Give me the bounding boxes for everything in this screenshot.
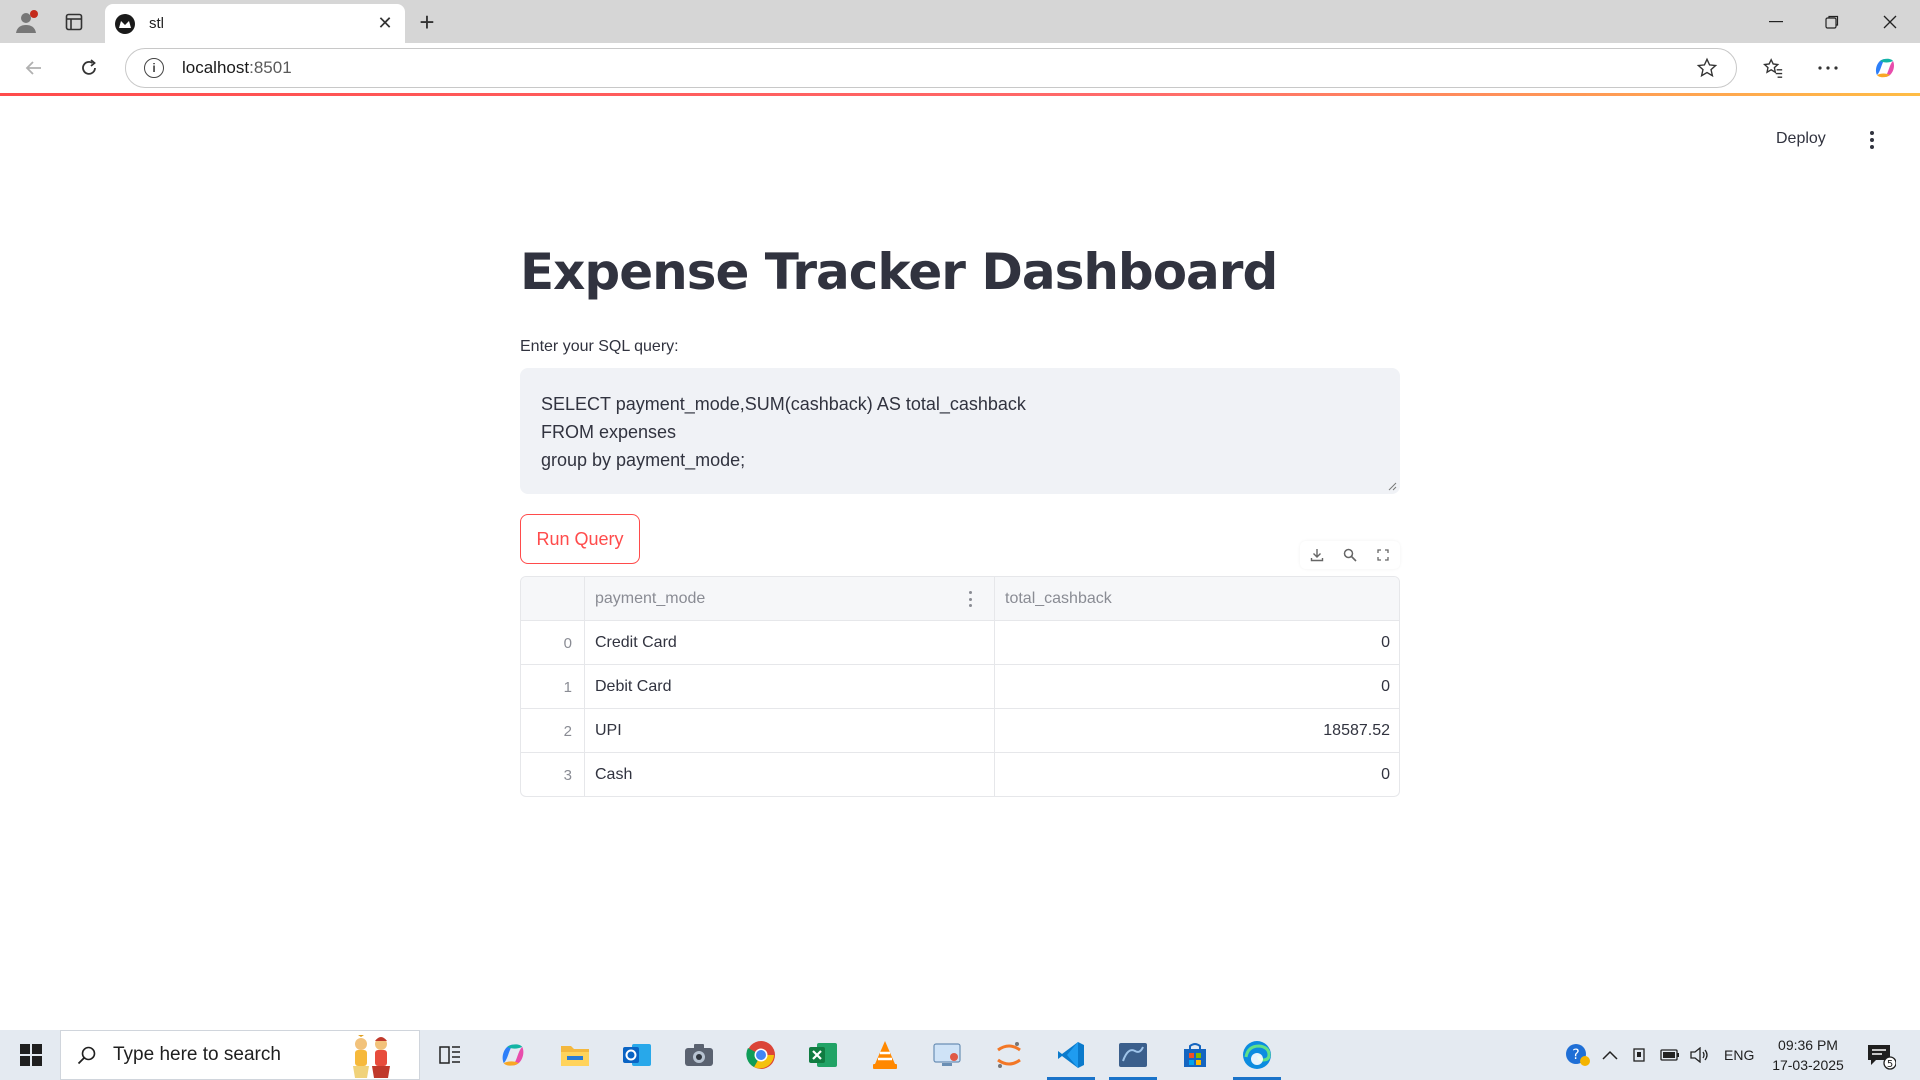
fullscreen-icon[interactable]: [1373, 545, 1393, 565]
camera-icon[interactable]: [681, 1037, 717, 1073]
copilot-icon[interactable]: [1869, 52, 1901, 84]
outlook-icon[interactable]: [619, 1037, 655, 1073]
payment-mode-cell[interactable]: Debit Card: [585, 665, 995, 709]
battery-icon[interactable]: [1660, 1030, 1680, 1080]
payment-mode-cell[interactable]: Credit Card: [585, 621, 995, 665]
svg-text:?: ?: [1572, 1047, 1579, 1063]
vscode-icon[interactable]: [1047, 1037, 1095, 1080]
table-row[interactable]: 0 Credit Card 0: [521, 621, 1399, 665]
row-index: 1: [521, 665, 585, 709]
volume-icon[interactable]: [1690, 1030, 1710, 1080]
site-info-icon[interactable]: i: [144, 58, 164, 78]
chrome-icon[interactable]: [743, 1037, 779, 1073]
payment-mode-cell[interactable]: Cash: [585, 753, 995, 796]
mysql-workbench-icon[interactable]: [1109, 1037, 1157, 1080]
address-bar[interactable]: i localhost:8501: [125, 48, 1737, 88]
search-icon: [77, 1046, 96, 1065]
more-options-icon[interactable]: [1812, 52, 1844, 84]
task-view-icon[interactable]: [432, 1037, 468, 1073]
table-row[interactable]: 3 Cash 0: [521, 753, 1399, 796]
refresh-icon[interactable]: [73, 52, 105, 84]
notification-count: 5: [1887, 1059, 1893, 1070]
total-cashback-cell[interactable]: 0: [995, 665, 1399, 709]
total-cashback-cell[interactable]: 0: [995, 753, 1399, 796]
taskbar-search-box[interactable]: Type here to search: [60, 1030, 420, 1080]
browser-tab[interactable]: stl ✕: [105, 4, 405, 43]
table-row[interactable]: 2 UPI 18587.52: [521, 709, 1399, 753]
row-index: 2: [521, 709, 585, 753]
notifications-icon[interactable]: 5: [1866, 1042, 1897, 1070]
column-menu-icon[interactable]: [969, 591, 973, 607]
run-query-button[interactable]: Run Query: [520, 514, 640, 564]
browser-title-bar: stl ✕ +: [0, 0, 1920, 43]
tab-title: stl: [149, 15, 164, 32]
clock-date: 17-03-2025: [1772, 1057, 1844, 1073]
main-content: Expense Tracker Dashboard Enter your SQL…: [520, 230, 1400, 564]
edge-icon[interactable]: [1233, 1037, 1281, 1080]
download-icon[interactable]: [1307, 545, 1327, 565]
query-line: SELECT payment_mode,SUM(cashback) AS tot…: [541, 394, 1026, 414]
page-title: Expense Tracker Dashboard: [520, 243, 1278, 301]
sql-query-textarea[interactable]: SELECT payment_mode,SUM(cashback) AS tot…: [520, 368, 1400, 494]
copilot-icon[interactable]: [495, 1037, 531, 1073]
remote-desktop-icon[interactable]: [929, 1037, 965, 1073]
streamlit-favicon-icon: [115, 13, 135, 34]
search-icon[interactable]: [1340, 545, 1360, 565]
url-text: localhost:8501: [182, 58, 292, 77]
windows-taskbar: Type here to search ? ENG 09:36 PM 17-03…: [0, 1030, 1920, 1080]
query-line: group by payment_mode;: [541, 450, 746, 470]
new-tab-icon[interactable]: +: [413, 7, 441, 37]
deploy-button[interactable]: Deploy: [1770, 126, 1832, 152]
vlc-icon[interactable]: [867, 1037, 903, 1073]
favorite-star-icon[interactable]: [1696, 57, 1718, 79]
close-window-icon[interactable]: [1862, 0, 1918, 43]
streamlit-top-decoration: [0, 93, 1920, 96]
meet-now-icon[interactable]: [1632, 1030, 1648, 1080]
search-highlight-icon: [353, 1035, 390, 1078]
windows-start-icon[interactable]: [10, 1035, 52, 1075]
help-icon[interactable]: ?: [1564, 1030, 1592, 1080]
total-cashback-cell[interactable]: 0: [995, 621, 1399, 665]
microsoft-store-icon[interactable]: [1177, 1037, 1213, 1073]
tab-actions-icon[interactable]: [62, 10, 86, 34]
main-menu-icon[interactable]: [1860, 125, 1884, 155]
payment-mode-cell[interactable]: UPI: [585, 709, 995, 753]
column-header[interactable]: total_cashback: [995, 577, 1399, 621]
profile-avatar-icon[interactable]: [12, 8, 40, 36]
excel-icon[interactable]: [805, 1037, 841, 1073]
close-tab-icon[interactable]: ✕: [371, 10, 399, 38]
table-row[interactable]: 1 Debit Card 0: [521, 665, 1399, 709]
table-header-row: payment_mode total_cashback: [521, 577, 1399, 621]
jupyter-icon[interactable]: [991, 1037, 1027, 1073]
restore-icon[interactable]: [1804, 0, 1860, 43]
query-label: Enter your SQL query:: [520, 338, 679, 355]
resize-handle-icon[interactable]: [1387, 481, 1397, 491]
results-dataframe[interactable]: payment_mode total_cashback 0 Credit Car…: [520, 576, 1400, 797]
language-indicator[interactable]: ENG: [1724, 1030, 1754, 1080]
row-index: 3: [521, 753, 585, 796]
favorites-icon[interactable]: [1757, 52, 1789, 84]
row-index: 0: [521, 621, 585, 665]
index-header: [521, 577, 585, 621]
file-explorer-icon[interactable]: [557, 1037, 593, 1073]
clock[interactable]: 09:36 PM 17-03-2025: [1768, 1035, 1848, 1075]
search-placeholder: Type here to search: [113, 1044, 281, 1065]
chevron-up-icon[interactable]: [1602, 1030, 1618, 1080]
browser-toolbar: i localhost:8501: [0, 43, 1920, 93]
total-cashback-cell[interactable]: 18587.52: [995, 709, 1399, 753]
dataframe-toolbar: [1300, 541, 1400, 569]
back-icon[interactable]: [18, 52, 50, 84]
column-header[interactable]: payment_mode: [585, 577, 995, 621]
query-line: FROM expenses: [541, 422, 677, 442]
clock-time: 09:36 PM: [1778, 1037, 1838, 1053]
minimize-icon[interactable]: [1748, 0, 1804, 43]
